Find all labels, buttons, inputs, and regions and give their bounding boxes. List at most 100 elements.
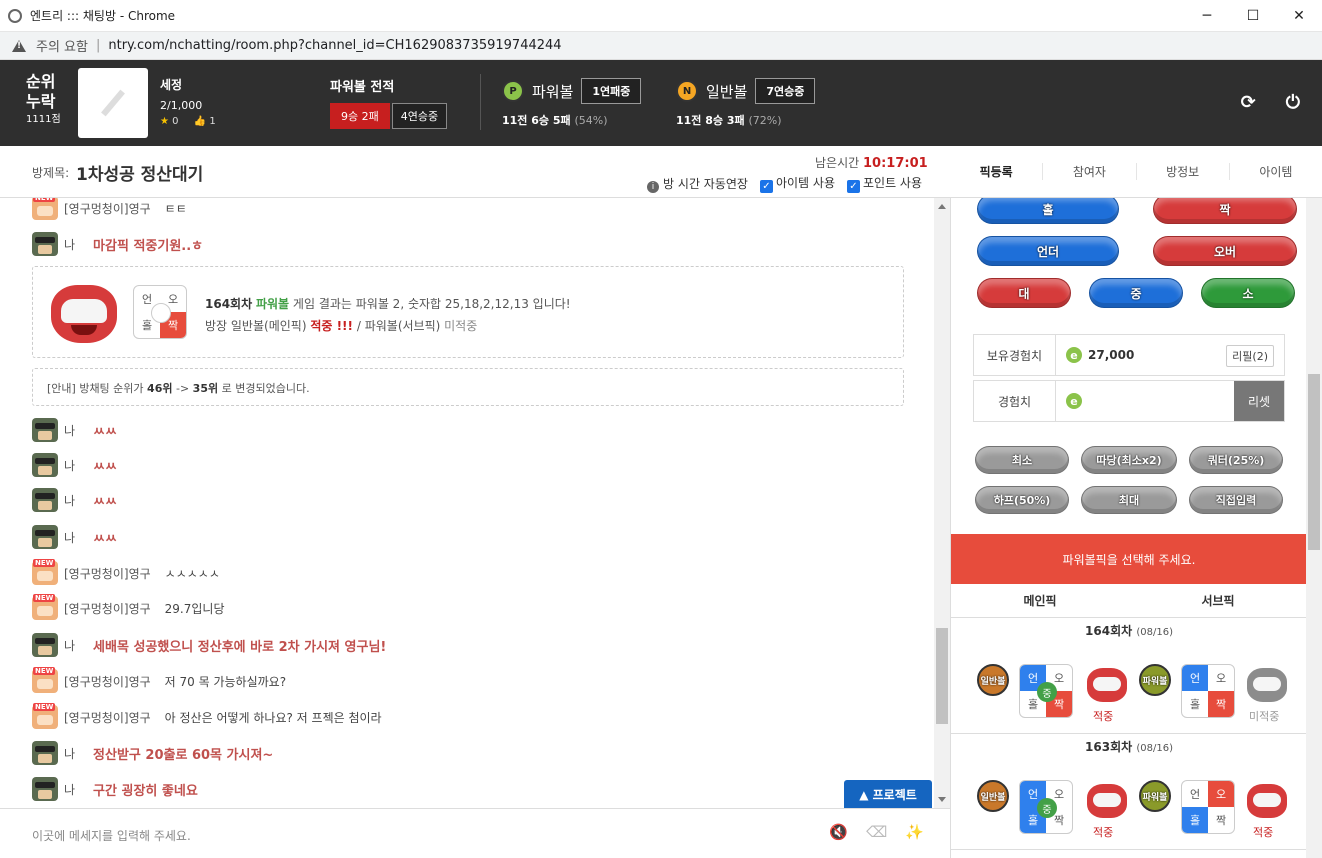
my-avatar: [32, 453, 58, 477]
remaining-value: 10:17:01: [863, 156, 928, 171]
chat-input-bar[interactable]: 이곳에 메세지를 입력해 주세요. 🔇 ⌫ ✨: [0, 808, 950, 858]
security-warning[interactable]: 주의 요함: [36, 36, 88, 55]
refresh-icon[interactable]: ⟳: [1241, 92, 1256, 113]
eraser-icon[interactable]: ⌫: [866, 823, 887, 841]
item-use-checkbox[interactable]: ✓ 아이템 사용: [759, 174, 835, 193]
tab-room-info[interactable]: 방정보: [1137, 163, 1230, 180]
powerball-type-icon: 파워볼: [1139, 664, 1171, 696]
devil-hit-icon: [1247, 784, 1287, 818]
tab-pick-register[interactable]: 픽등록: [950, 163, 1044, 180]
sub-result: 미적중: [1249, 710, 1280, 723]
main-pick-quad: 언오홀짝 중: [1019, 780, 1073, 834]
small-button[interactable]: 소: [1201, 278, 1295, 308]
reset-button[interactable]: 리셋: [1234, 381, 1284, 421]
new-user-avatar: [32, 559, 58, 585]
warning-icon[interactable]: [12, 39, 26, 52]
close-button[interactable]: ✕: [1276, 0, 1322, 32]
mute-icon[interactable]: 🔇: [829, 823, 848, 841]
side-scrollbar[interactable]: [1306, 198, 1322, 858]
exp-input[interactable]: e 리셋: [1056, 381, 1284, 421]
address-bar[interactable]: 주의 요함 | ntry.com/nchatting/room.php?chan…: [0, 32, 1322, 60]
pick-instruction-banner: 파워볼픽을 선택해 주세요.: [951, 534, 1306, 584]
remaining-time: 남은시간 10:17:01: [815, 154, 928, 171]
even-button[interactable]: 짝: [1153, 198, 1297, 224]
scroll-down-arrow-icon[interactable]: [938, 797, 946, 802]
checkbox-icon[interactable]: ✓: [846, 180, 860, 193]
my-avatar: [32, 741, 58, 765]
auto-extend-option[interactable]: i방 시간 자동연장: [647, 175, 748, 193]
power-icon[interactable]: ⏻: [1286, 92, 1300, 113]
normalball-record: 11전 8승 3패: [676, 114, 745, 127]
amount-quarter-button[interactable]: 쿼터(25%): [1189, 446, 1283, 474]
new-user-avatar: [32, 198, 58, 220]
devil-mascot-icon: [51, 285, 117, 343]
chat-message: 나 구간 굉장히 좋네요: [32, 775, 198, 803]
streak-badge: 4연승중: [391, 103, 448, 129]
powerball-type-icon: 파워볼: [1139, 780, 1171, 812]
points: 1111점: [26, 114, 61, 125]
my-avatar: [32, 232, 58, 256]
exp-coin-icon: e: [1066, 347, 1082, 363]
rank-block: 순위 누락 1111점: [26, 72, 61, 128]
project-button[interactable]: ▲ 프로젝트: [844, 780, 932, 808]
odd-button[interactable]: 홀: [977, 198, 1119, 224]
scroll-up-arrow-icon[interactable]: [938, 204, 946, 209]
maximize-button[interactable]: ☐: [1230, 0, 1276, 32]
my-avatar: [32, 633, 58, 657]
profile-info: 세정 2/1,000 ★ 0 👍 1: [160, 76, 216, 127]
chat-message: [영구멍청이]영구저 70 목 가능하실까요?: [32, 667, 286, 695]
over-button[interactable]: 오버: [1153, 236, 1297, 266]
power-record: 파워볼 전적 9승 2패 4연승중: [330, 76, 448, 129]
pick-panel: 홀 짝 언더 오버 대 중 소 보유경험치 e 27,000 리필(2) 경험치 e…: [950, 198, 1306, 858]
magic-wand-icon[interactable]: ✨: [905, 823, 924, 841]
chat-message: [영구멍청이]영구아 정산은 어떻게 하나요? 저 프젝은 첨이라: [32, 703, 382, 731]
point-use-label: 포인트 사용: [862, 176, 922, 190]
window-titlebar: 엔트리 ::: 채팅방 - Chrome ─ ☐ ✕: [0, 0, 1322, 32]
side-scroll-thumb[interactable]: [1308, 374, 1320, 550]
remaining-label: 남은시간: [815, 156, 860, 170]
normalball-streak: 7연승중: [755, 78, 816, 104]
refill-button[interactable]: 리필(2): [1226, 345, 1274, 367]
my-avatar: [32, 525, 58, 549]
normalball-type-icon: 일반볼: [977, 664, 1009, 696]
under-button[interactable]: 언더: [977, 236, 1119, 266]
item-use-label: 아이템 사용: [775, 176, 835, 190]
room-title-label: 방제목:: [32, 166, 70, 180]
url-text[interactable]: ntry.com/nchatting/room.php?channel_id=C…: [108, 38, 561, 53]
medium-button[interactable]: 중: [1089, 278, 1183, 308]
chat-input[interactable]: 이곳에 메세지를 입력해 주세요.: [32, 827, 191, 844]
round-history-item: 164회차 (08/16) 일반볼 언오홀짝 중 적중 파워볼 언오홀짝 미적중: [951, 618, 1306, 734]
normalball-stats: N 일반볼 7연승중 11전 8승 3패 (72%): [676, 78, 816, 128]
tab-participants[interactable]: 참여자: [1043, 163, 1137, 180]
chat-area[interactable]: [영구멍청이]영구ㅌㅌ 나마감픽 적중기원..ㅎ 언오홀짝 164회차 파워볼 …: [0, 198, 950, 808]
chat-message: [영구멍청이]영구29.7입니당: [32, 594, 225, 622]
star-icon: ★: [160, 116, 169, 127]
amount-double-button[interactable]: 따당(최소x2): [1081, 446, 1177, 474]
powerball-icon: P: [502, 80, 524, 102]
powerball-pct: (54%): [574, 114, 608, 127]
chat-scrollbar[interactable]: [934, 198, 950, 808]
point-use-checkbox[interactable]: ✓ 포인트 사용: [846, 174, 922, 193]
chat-message: 나 ㅆㅆ: [32, 451, 117, 479]
tab-items[interactable]: 아이템: [1230, 163, 1322, 180]
checkbox-icon[interactable]: ✓: [759, 180, 773, 193]
scroll-thumb[interactable]: [936, 628, 948, 724]
chat-message: [영구멍청이]영구ㅌㅌ: [32, 198, 187, 222]
chat-message: 나 ㅆㅆ: [32, 523, 117, 551]
amount-max-button[interactable]: 최대: [1081, 486, 1177, 514]
owned-exp-label: 보유경험치: [974, 335, 1056, 375]
large-button[interactable]: 대: [977, 278, 1071, 308]
rank-notice: [안내] 방채팅 순위가 46위 -> 35위 로 변경되었습니다.: [32, 368, 904, 406]
my-avatar: [32, 777, 58, 801]
amount-min-button[interactable]: 최소: [975, 446, 1069, 474]
amount-half-button[interactable]: 하프(50%): [975, 486, 1069, 514]
sub-pick-quad: 언오홀짝: [1181, 780, 1235, 834]
result-line-1: 164회차 파워볼 게임 결과는 파워볼 2, 숫자합 25,18,2,12,1…: [205, 297, 571, 311]
chat-message: 나 ㅆㅆ: [32, 416, 117, 444]
sub-pick-label: 서브픽: [1201, 594, 1235, 608]
minimize-button[interactable]: ─: [1184, 0, 1230, 32]
chat-message: 나 ㅆㅆ: [32, 486, 117, 514]
devil-hit-icon: [1087, 668, 1127, 702]
amount-custom-button[interactable]: 직접입력: [1189, 486, 1283, 514]
profile-avatar[interactable]: [78, 68, 148, 138]
